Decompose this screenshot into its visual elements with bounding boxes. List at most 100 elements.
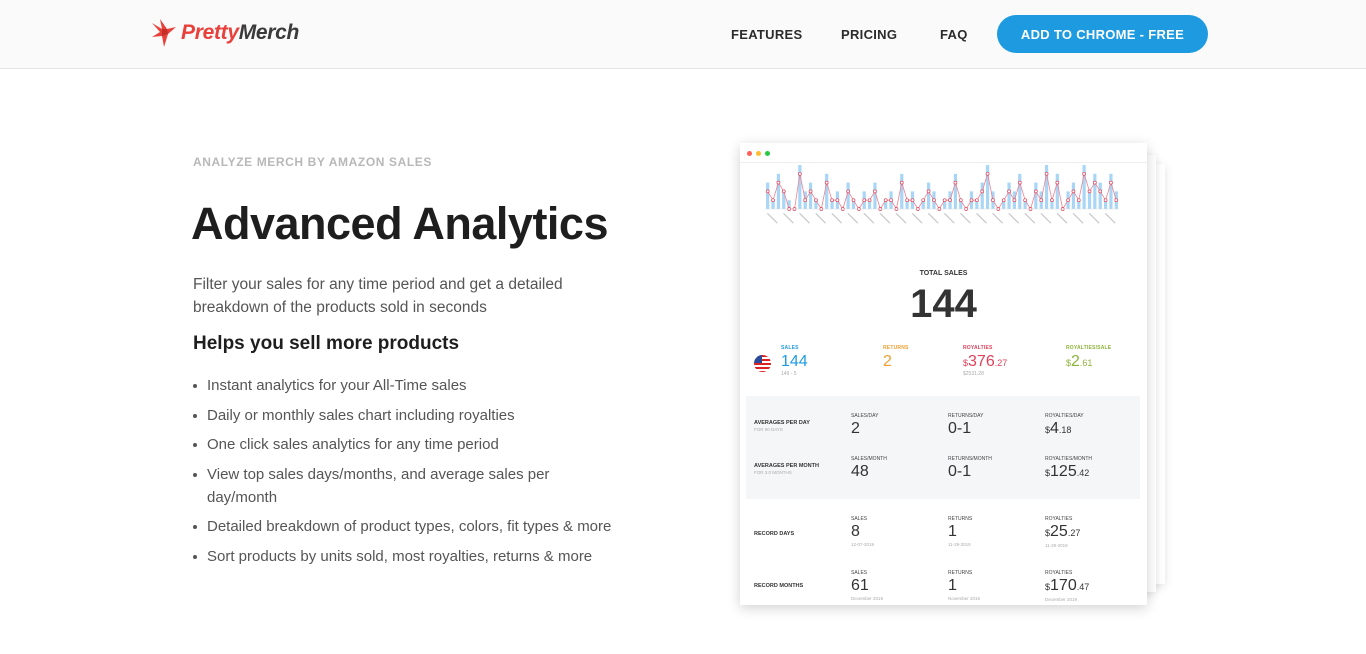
- chart-point: [771, 198, 775, 203]
- avg-returns-day: RETURNS/DAY 0-1: [948, 413, 984, 437]
- chart-bar: [1044, 165, 1049, 209]
- chart-tick-label: [831, 212, 843, 224]
- chart-point: [985, 171, 990, 176]
- chart-tick-label: [976, 212, 987, 224]
- chart-bar: [1093, 173, 1097, 209]
- chart-point: [1087, 189, 1092, 194]
- section-subtitle: Helps you sell more products: [193, 333, 460, 354]
- avg-returns-month: RETURNS/MONTH 0-1: [948, 456, 992, 480]
- chart-tick-label: [960, 212, 971, 224]
- add-to-chrome-button[interactable]: ADD TO CHROME - FREE: [997, 15, 1208, 53]
- chart-point: [846, 189, 850, 194]
- record-months-label: RECORD MONTHS: [754, 583, 804, 589]
- chart-point: [889, 198, 893, 203]
- avg-per-month-label: AVERAGES PER MONTH FOR 3.0 MONTHS: [754, 463, 819, 475]
- chart-point: [1103, 198, 1108, 203]
- list-item: View top sales days/months, and average …: [193, 463, 623, 509]
- chart-point: [824, 180, 829, 185]
- total-sales-value: 144: [910, 282, 977, 326]
- chart-point: [932, 198, 936, 203]
- chart-bar: [1082, 165, 1086, 209]
- bird-logo-icon: [152, 19, 176, 47]
- chart-point: [830, 198, 834, 203]
- chart-point: [1050, 198, 1054, 203]
- record-royalties-month: ROYALTIES $170.47 December 2019: [1045, 570, 1090, 602]
- chart-point: [942, 198, 947, 203]
- record-returns-month: RETURNS 1 November 2019: [948, 570, 981, 601]
- chart-tick-label: [992, 212, 1003, 224]
- summary-sales: SALES 144 149 - 5: [781, 345, 808, 377]
- chart-tick-label: [799, 212, 810, 224]
- list-item: Sort products by units sold, most royalt…: [193, 545, 623, 568]
- avg-sales-day: SALES/DAY 2: [851, 413, 879, 437]
- chart-point: [808, 189, 813, 194]
- chart-tick-label: [766, 212, 778, 224]
- chart-bar: [798, 165, 802, 209]
- avg-per-day-label: AVERAGES PER DAY FOR 90 DAYS: [754, 420, 810, 432]
- record-sales-day: SALES 8 12-07-2019: [851, 516, 875, 547]
- chart-tick-label: [895, 212, 907, 224]
- maximize-dot-icon: [765, 151, 770, 156]
- feature-list: Instant analytics for your All-Time sale…: [193, 374, 623, 574]
- chart-point: [905, 198, 909, 203]
- chart-point: [1082, 171, 1086, 176]
- chart-tick-label: [1056, 212, 1068, 224]
- chart-tick-label: [943, 212, 955, 224]
- chart-point: [1034, 189, 1038, 194]
- chart-point: [835, 198, 840, 203]
- chart-point: [781, 189, 786, 194]
- chart-point: [1017, 180, 1022, 185]
- chart-bar: [825, 173, 829, 209]
- chart-tick-label: [847, 212, 859, 224]
- chart-bar: [776, 173, 781, 209]
- chart-bar: [1098, 182, 1102, 209]
- chart-point: [776, 180, 781, 185]
- chart-point: [765, 189, 770, 194]
- close-dot-icon: [747, 151, 752, 156]
- chart-point: [1098, 189, 1103, 194]
- chart-point: [1093, 180, 1097, 185]
- chart-point: [1071, 189, 1076, 194]
- chart-point: [1055, 180, 1060, 185]
- chart-point: [969, 198, 974, 203]
- nav-faq[interactable]: FAQ: [940, 27, 968, 42]
- chart-bar: [808, 182, 813, 209]
- chart-bar: [1055, 173, 1059, 209]
- nav-features[interactable]: FEATURES: [731, 27, 803, 42]
- list-item: Daily or monthly sales chart including r…: [193, 404, 623, 427]
- chart-point: [1001, 198, 1006, 203]
- chart-tick-label: [911, 212, 923, 224]
- chart-tick-label: [879, 212, 891, 224]
- chart-bar: [1007, 182, 1011, 209]
- chart-point: [1039, 198, 1044, 203]
- chart-tick-label: [1040, 212, 1052, 224]
- chart-point: [1023, 198, 1027, 203]
- record-returns-day: RETURNS 1 11-29-2019: [948, 516, 973, 547]
- us-flag-icon: [754, 355, 771, 372]
- chart-bar: [1087, 191, 1092, 209]
- chart-point: [975, 198, 979, 203]
- chart-tick-label: [1024, 212, 1036, 224]
- section-title: Advanced Analytics: [191, 198, 608, 249]
- chart-point: [798, 171, 802, 176]
- chart-point: [862, 198, 867, 203]
- chart-point: [1109, 180, 1113, 185]
- nav-pricing[interactable]: PRICING: [841, 27, 897, 42]
- chart-point: [883, 198, 888, 203]
- chart-point: [814, 198, 818, 203]
- chart-point: [803, 198, 808, 203]
- chart-bar: [1018, 173, 1022, 209]
- chart-tick-label: [863, 212, 875, 224]
- chart-bar: [900, 173, 904, 209]
- chart-point: [1076, 198, 1081, 203]
- chart-point: [867, 198, 872, 203]
- chart-point: [958, 198, 963, 203]
- record-royalties-day: ROYALTIES $25.27 11-29-2019: [1045, 516, 1081, 548]
- logo[interactable]: PrettyMerch: [150, 17, 299, 49]
- chart-tick-label: [1008, 212, 1020, 224]
- avg-royalties-day: ROYALTIES/DAY $4.18: [1045, 413, 1084, 437]
- chart-bar: [953, 173, 958, 209]
- avg-sales-month: SALES/MONTH 48: [851, 456, 887, 480]
- chart-bar: [1109, 173, 1113, 209]
- chart-tick-label: [1104, 212, 1116, 224]
